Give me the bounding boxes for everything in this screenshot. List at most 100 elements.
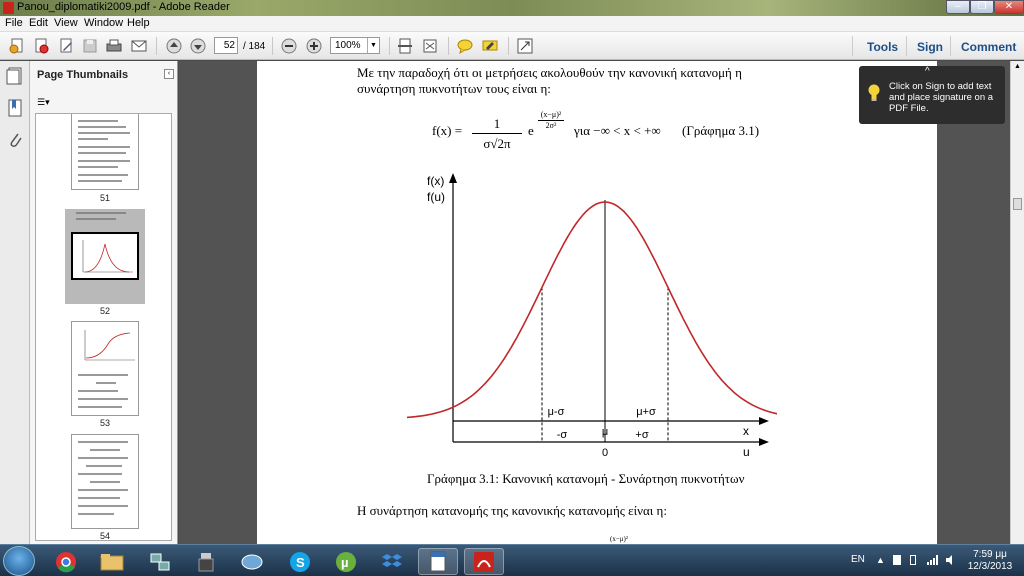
lightbulb-icon [868, 84, 880, 101]
y-axis-label: f(u) [427, 190, 445, 204]
comment-link[interactable]: Comment [961, 40, 1016, 54]
menu-window[interactable]: Window [84, 17, 123, 29]
navigation-pane [0, 61, 30, 544]
thumbnail-list[interactable]: 51 52 53 54 [35, 113, 172, 541]
svg-text:µ: µ [341, 555, 349, 570]
start-button[interactable] [3, 546, 35, 576]
y-axis-label: f(x) [427, 174, 444, 188]
normal-distribution-chart: f(x) f(u) xu μ-σ μ+σ -σ +σ μ 0 [407, 173, 777, 459]
maximize-button[interactable]: ❐ [970, 0, 994, 14]
usb-tray-icon[interactable] [910, 555, 916, 565]
title-bar: Panou_diplomatiki2009.pdf - Adobe Reader… [0, 0, 1024, 16]
fit-width-icon[interactable] [421, 37, 439, 55]
formula2-exponent: (x−μ)² [610, 535, 628, 543]
plus-sigma-label: +σ [635, 429, 648, 441]
print-icon[interactable] [105, 37, 123, 55]
zero-label: 0 [602, 447, 608, 459]
page-number-input[interactable]: 52 [214, 37, 238, 54]
taskbar: S µ EN ▲ 7:59 μμ 12/3/2013 [0, 544, 1024, 576]
menu-help[interactable]: Help [127, 17, 150, 29]
dropbox-icon[interactable] [372, 548, 412, 575]
menu-view[interactable]: View [54, 17, 78, 29]
attachments-icon[interactable] [7, 131, 23, 152]
chart-caption: Γράφημα 3.1: Κανονική κατανομή - Συνάρτη… [427, 471, 745, 486]
x-axis-label: x [743, 424, 749, 438]
mu-label: μ [602, 426, 608, 438]
clock-date: 12/3/2013 [967, 561, 1013, 572]
document-scrollbar[interactable]: ▲ [1010, 61, 1024, 544]
page-thumbnail-selected[interactable] [71, 232, 139, 280]
edit-icon[interactable] [57, 37, 75, 55]
page-total: / 184 [243, 41, 266, 52]
window-title: Panou_diplomatiki2009.pdf - Adobe Reader [17, 1, 230, 13]
pdf-doc-icon[interactable] [418, 548, 458, 575]
zoom-out-icon[interactable] [280, 37, 298, 55]
minimize-button[interactable]: – [946, 0, 970, 14]
thumbnail-label: 53 [99, 418, 110, 428]
minus-sigma-label: -σ [557, 429, 568, 441]
chrome-icon[interactable] [46, 548, 86, 575]
menu-edit[interactable]: Edit [29, 17, 48, 29]
zoom-in-icon[interactable] [305, 37, 323, 55]
prev-page-icon[interactable] [165, 37, 183, 55]
signal-icon[interactable] [927, 555, 938, 565]
tooltip-text: Click on Sign to add text and place sign… [889, 81, 994, 114]
tools-link[interactable]: Tools [867, 40, 898, 54]
menu-bar: File Edit View Window Help [0, 16, 1024, 32]
x-axis-arrow [759, 417, 769, 425]
mu-plus-sigma-label: μ+σ [636, 406, 656, 418]
paragraph-intro: Με την παραδοχή ότι οι μετρήσεις ακολουθ… [357, 65, 742, 80]
volume-icon[interactable] [946, 555, 956, 565]
show-hidden-icons-icon[interactable]: ▲ [876, 555, 886, 565]
thumbnail-label: 52 [99, 306, 110, 316]
utorrent-icon[interactable]: µ [326, 548, 366, 575]
share-icon[interactable] [32, 37, 50, 55]
collapse-panel-button[interactable]: ‹ [164, 69, 174, 79]
thumbnail-label: 54 [99, 531, 110, 541]
pdf-page[interactable]: Με την παραδοχή ότι οι μετρήσεις ακολουθ… [257, 61, 937, 553]
u-axis-label: u [743, 445, 750, 459]
page-thumbnail[interactable] [71, 114, 139, 190]
fullscreen-icon[interactable] [516, 37, 534, 55]
density-curve [407, 201, 777, 419]
next-page-icon[interactable] [189, 37, 207, 55]
y-axis-arrow [449, 173, 457, 183]
page-thumbnails-icon[interactable] [6, 67, 24, 88]
language-indicator[interactable]: EN [851, 554, 865, 565]
comment-icon[interactable] [456, 37, 474, 55]
create-pdf-icon[interactable] [8, 37, 26, 55]
zoom-value: 100% [335, 40, 361, 51]
svg-text:S: S [296, 555, 305, 570]
save-icon[interactable] [81, 37, 99, 55]
page-thumbnail[interactable] [71, 321, 139, 416]
thumbnail-label: 51 [99, 193, 110, 203]
paragraph-cdf: Η συνάρτηση κατανομής της κανονικής κατα… [357, 503, 667, 518]
highlight-icon[interactable] [481, 37, 499, 55]
page-thumbnail[interactable] [71, 434, 139, 529]
close-button[interactable]: ✕ [994, 0, 1024, 14]
scroll-up-icon[interactable]: ▲ [1014, 63, 1021, 70]
chevron-down-icon[interactable]: ▼ [367, 38, 379, 53]
network-icon[interactable] [140, 548, 180, 575]
email-icon[interactable] [130, 37, 148, 55]
fit-page-icon[interactable] [396, 37, 414, 55]
scrollbar-thumb[interactable] [1013, 198, 1022, 210]
bookmarks-icon[interactable] [7, 99, 23, 120]
adobe-reader-icon [3, 2, 14, 14]
skype-icon[interactable]: S [280, 548, 320, 575]
flag-icon[interactable] [893, 555, 901, 565]
adobe-reader-icon[interactable] [464, 548, 504, 575]
app-icon[interactable] [232, 548, 272, 575]
panel-title: Page Thumbnails [37, 69, 129, 81]
explorer-icon[interactable] [92, 548, 132, 575]
clock-time: 7:59 μμ [973, 549, 1007, 560]
thumbnail-options-button[interactable]: ☰▾ [37, 97, 59, 109]
menu-file[interactable]: File [5, 17, 23, 29]
sign-tooltip: ^ Click on Sign to add text and place si… [859, 66, 1005, 124]
usb-icon[interactable] [186, 548, 226, 575]
tooltip-collapse-icon[interactable]: ^ [925, 66, 930, 77]
clock[interactable]: 7:59 μμ 12/3/2013 [965, 549, 1015, 573]
paragraph-intro-line2: συνάρτηση πυκνοτήτων τους είναι η: [357, 81, 551, 96]
zoom-select[interactable]: 100% ▼ [330, 37, 380, 54]
sign-link[interactable]: Sign [917, 40, 943, 54]
